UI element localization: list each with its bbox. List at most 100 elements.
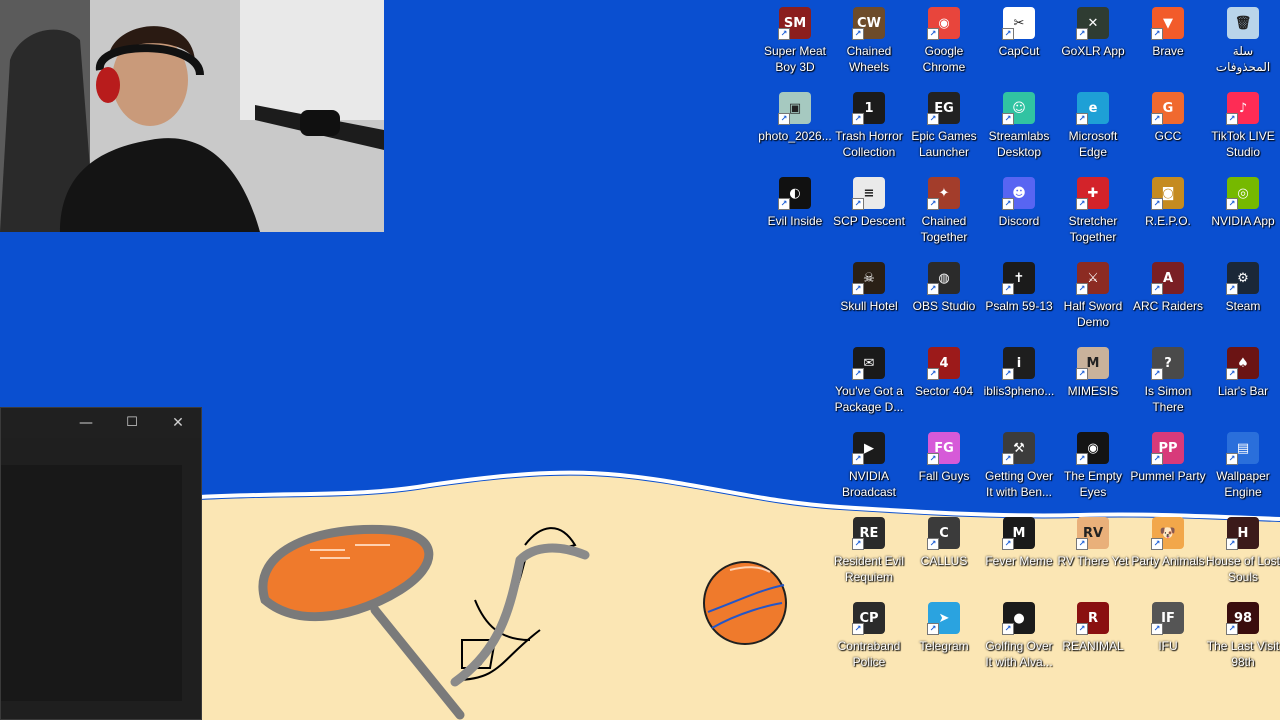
desktop-shortcut[interactable]: 🗑 سلة المحذوفات bbox=[1205, 3, 1280, 87]
game-icon: ✉ ↗ bbox=[852, 347, 885, 380]
desktop-shortcut[interactable]: G ↗ GCC bbox=[1130, 88, 1206, 172]
shortcut-arrow-icon: ↗ bbox=[1002, 113, 1014, 125]
desktop-shortcut[interactable]: PP ↗ Pummel Party bbox=[1130, 428, 1206, 512]
maximize-button[interactable]: ☐ bbox=[109, 408, 155, 438]
desktop-shortcut[interactable]: C ↗ CALLUS bbox=[906, 513, 982, 597]
game-icon: 1 ↗ bbox=[852, 92, 885, 125]
desktop-shortcut[interactable]: ☺ ↗ Streamlabs Desktop bbox=[981, 88, 1057, 172]
game-icon: ♠ ↗ bbox=[1226, 347, 1259, 380]
desktop-shortcut[interactable]: 🐶 ↗ Party Animals bbox=[1130, 513, 1206, 597]
desktop-shortcut-label: The Last Visit 98th bbox=[1206, 639, 1280, 669]
game-icon: ◉ ↗ bbox=[1076, 432, 1109, 465]
game-icon: ✝ ↗ bbox=[1002, 262, 1035, 295]
game-icon: RE ↗ bbox=[852, 517, 885, 550]
icon-glyph: ✂ bbox=[1013, 15, 1025, 31]
shortcut-arrow-icon: ↗ bbox=[1002, 453, 1014, 465]
shortcut-arrow-icon: ↗ bbox=[1226, 368, 1238, 380]
desktop-shortcut[interactable]: ✚ ↗ Stretcher Together bbox=[1055, 173, 1131, 257]
close-button[interactable]: ✕ bbox=[155, 408, 201, 438]
icon-glyph: ♪ bbox=[1238, 100, 1248, 116]
desktop-shortcut-label: Discord bbox=[998, 214, 1040, 228]
desktop-shortcut-label: سلة المحذوفات bbox=[1215, 44, 1271, 74]
desktop-shortcut[interactable]: ◉ ↗ The Empty Eyes bbox=[1055, 428, 1131, 512]
desktop-shortcut[interactable]: e ↗ Microsoft Edge bbox=[1055, 88, 1131, 172]
desktop-shortcut[interactable]: ◍ ↗ OBS Studio bbox=[906, 258, 982, 342]
desktop-shortcut[interactable]: ▶ ↗ NVIDIA Broadcast bbox=[831, 428, 907, 512]
desktop-shortcut[interactable]: R ↗ REANIMAL bbox=[1055, 598, 1131, 682]
window-titlebar[interactable]: — ☐ ✕ bbox=[1, 408, 201, 438]
desktop-shortcut[interactable]: ⚙ ↗ Steam bbox=[1205, 258, 1280, 342]
desktop-shortcut[interactable]: H ↗ House of Lost Souls bbox=[1205, 513, 1280, 597]
desktop-shortcut[interactable]: ▼ ↗ Brave bbox=[1130, 3, 1206, 87]
game-icon: ● ↗ bbox=[1002, 602, 1035, 635]
shortcut-arrow-icon: ↗ bbox=[927, 538, 939, 550]
desktop-shortcut[interactable]: ◎ ↗ NVIDIA App bbox=[1205, 173, 1280, 257]
minimize-button[interactable]: — bbox=[63, 408, 109, 438]
game-icon: 4 ↗ bbox=[927, 347, 960, 380]
shortcut-arrow-icon: ↗ bbox=[1226, 623, 1238, 635]
desktop-shortcut[interactable]: M ↗ Fever Meme bbox=[981, 513, 1057, 597]
desktop-shortcut[interactable]: ✉ ↗ You've Got a Package D... bbox=[831, 343, 907, 427]
desktop-shortcut[interactable]: ≡ ↗ SCP Descent bbox=[831, 173, 907, 257]
desktop-shortcut[interactable]: ♪ ↗ TikTok LIVE Studio bbox=[1205, 88, 1280, 172]
desktop-shortcut[interactable]: 1 ↗ Trash Horror Collection bbox=[831, 88, 907, 172]
icon-glyph: ▤ bbox=[1236, 440, 1250, 456]
shortcut-arrow-icon: ↗ bbox=[852, 283, 864, 295]
icon-glyph: i bbox=[1016, 355, 1022, 371]
desktop-shortcut[interactable]: ♠ ↗ Liar's Bar bbox=[1205, 343, 1280, 427]
shortcut-arrow-icon: ↗ bbox=[927, 368, 939, 380]
icon-glyph: 1 bbox=[864, 100, 874, 116]
recycle-bin-icon: 🗑 bbox=[1227, 7, 1259, 39]
desktop-shortcut[interactable]: IF ↗ IFU bbox=[1130, 598, 1206, 682]
shortcut-arrow-icon: ↗ bbox=[1076, 28, 1088, 40]
desktop-shortcut[interactable]: 4 ↗ Sector 404 bbox=[906, 343, 982, 427]
game-icon: IF ↗ bbox=[1151, 602, 1184, 635]
desktop-shortcut[interactable]: FG ↗ Fall Guys bbox=[906, 428, 982, 512]
desktop-shortcut[interactable]: M ↗ MIMESIS bbox=[1055, 343, 1131, 427]
shortcut-arrow-icon: ↗ bbox=[852, 368, 864, 380]
icon-glyph: M bbox=[1012, 525, 1026, 541]
desktop-shortcut[interactable]: ◙ ↗ R.E.P.O. bbox=[1130, 173, 1206, 257]
desktop-shortcut[interactable]: 98 ↗ The Last Visit 98th bbox=[1205, 598, 1280, 682]
desktop-shortcut[interactable]: ✂ ↗ CapCut bbox=[981, 3, 1057, 87]
icon-glyph: ✉ bbox=[863, 355, 875, 371]
game-icon: ✚ ↗ bbox=[1076, 177, 1109, 210]
desktop-shortcut-label: CALLUS bbox=[920, 554, 968, 568]
desktop-shortcut[interactable]: ▤ ↗ Wallpaper Engine bbox=[1205, 428, 1280, 512]
terminal-window[interactable]: — ☐ ✕ bbox=[0, 407, 202, 720]
desktop-shortcut[interactable]: ☻ ↗ Discord bbox=[981, 173, 1057, 257]
shortcut-arrow-icon: ↗ bbox=[1002, 28, 1014, 40]
desktop-shortcut[interactable]: ? ↗ Is Simon There bbox=[1130, 343, 1206, 427]
desktop-shortcut[interactable]: RV ↗ RV There Yet bbox=[1055, 513, 1131, 597]
desktop-shortcut[interactable]: ● ↗ Golfing Over It with Alva... bbox=[981, 598, 1057, 682]
desktop-shortcut[interactable]: ✕ ↗ GoXLR App bbox=[1055, 3, 1131, 87]
capcut-icon: ✂ ↗ bbox=[1002, 7, 1035, 40]
desktop-shortcut-label: OBS Studio bbox=[912, 299, 976, 313]
desktop-shortcut[interactable]: i ↗ iblis3pheno... bbox=[981, 343, 1057, 427]
desktop-shortcut[interactable]: ◉ ↗ Google Chrome bbox=[906, 3, 982, 87]
desktop-shortcut[interactable]: ☠ ↗ Skull Hotel bbox=[831, 258, 907, 342]
icon-glyph: R bbox=[1087, 610, 1098, 626]
desktop-shortcut[interactable]: ▣ ↗ photo_2026... bbox=[757, 88, 833, 172]
terminal-content[interactable] bbox=[1, 465, 182, 701]
desktop-shortcut-label: Epic Games Launcher bbox=[911, 129, 977, 159]
icon-glyph: ◐ bbox=[789, 185, 801, 201]
desktop-shortcut[interactable]: ✝ ↗ Psalm 59-13 bbox=[981, 258, 1057, 342]
desktop-shortcut[interactable]: ✦ ↗ Chained Together bbox=[906, 173, 982, 257]
icon-glyph: 🗑 bbox=[1234, 15, 1252, 31]
desktop-shortcut[interactable]: SM ↗ Super Meat Boy 3D bbox=[757, 3, 833, 87]
desktop-shortcut[interactable]: ⚒ ↗ Getting Over It with Ben... bbox=[981, 428, 1057, 512]
desktop-shortcut-label: IFU bbox=[1158, 639, 1178, 653]
streamlabs-icon: ☺ ↗ bbox=[1002, 92, 1035, 125]
desktop-shortcut[interactable]: EG ↗ Epic Games Launcher bbox=[906, 88, 982, 172]
desktop-shortcut[interactable]: CP ↗ Contraband Police bbox=[831, 598, 907, 682]
desktop-shortcut[interactable]: CW ↗ Chained Wheels bbox=[831, 3, 907, 87]
desktop-shortcut[interactable]: ◐ ↗ Evil Inside bbox=[757, 173, 833, 257]
shortcut-arrow-icon: ↗ bbox=[852, 623, 864, 635]
desktop-shortcut[interactable]: A ↗ ARC Raiders bbox=[1130, 258, 1206, 342]
desktop-shortcut-label: Fever Meme bbox=[985, 554, 1053, 568]
desktop-shortcut[interactable]: ⚔ ↗ Half Sword Demo bbox=[1055, 258, 1131, 342]
desktop-shortcut[interactable]: ➤ ↗ Telegram bbox=[906, 598, 982, 682]
desktop-shortcut[interactable]: RE ↗ Resident Evil Requiem bbox=[831, 513, 907, 597]
telegram-icon: ➤ ↗ bbox=[927, 602, 960, 635]
